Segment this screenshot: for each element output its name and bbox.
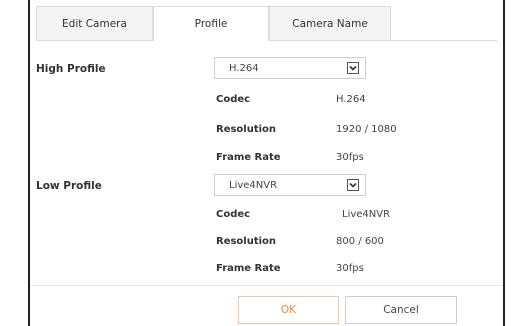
low-codec-label: Codec: [216, 209, 251, 220]
low-resolution-value: 800 / 600: [336, 236, 384, 247]
high-frame-rate-label: Frame Rate: [216, 152, 281, 163]
ok-button[interactable]: OK: [238, 296, 339, 324]
low-profile-label: Low Profile: [36, 180, 102, 192]
high-profile-select-value: H.264: [229, 63, 259, 74]
chevron-down-icon: [347, 62, 359, 74]
low-profile-select-value: Live4NVR: [229, 180, 278, 191]
chevron-down-icon: [347, 179, 359, 191]
footer-divider: [30, 285, 503, 286]
tab-edit-camera[interactable]: Edit Camera: [36, 6, 153, 40]
high-profile-label: High Profile: [36, 63, 106, 75]
cancel-button[interactable]: Cancel: [345, 296, 457, 324]
tab-bar: Edit Camera Profile Camera Name: [36, 6, 497, 41]
low-frame-rate-value: 30fps: [336, 263, 364, 274]
tab-profile[interactable]: Profile: [153, 6, 269, 41]
low-codec-value: Live4NVR: [342, 209, 391, 220]
camera-settings-dialog: Edit Camera Profile Camera Name High Pro…: [28, 0, 505, 326]
low-profile-select[interactable]: Live4NVR: [214, 174, 366, 196]
high-frame-rate-value: 30fps: [336, 152, 364, 163]
high-codec-value: H.264: [336, 94, 366, 105]
high-resolution-value: 1920 / 1080: [336, 124, 397, 135]
high-codec-label: Codec: [216, 94, 251, 105]
high-resolution-label: Resolution: [216, 124, 277, 135]
low-frame-rate-label: Frame Rate: [216, 263, 281, 274]
high-profile-select[interactable]: H.264: [214, 57, 366, 79]
tab-camera-name[interactable]: Camera Name: [269, 6, 391, 40]
low-resolution-label: Resolution: [216, 236, 277, 247]
